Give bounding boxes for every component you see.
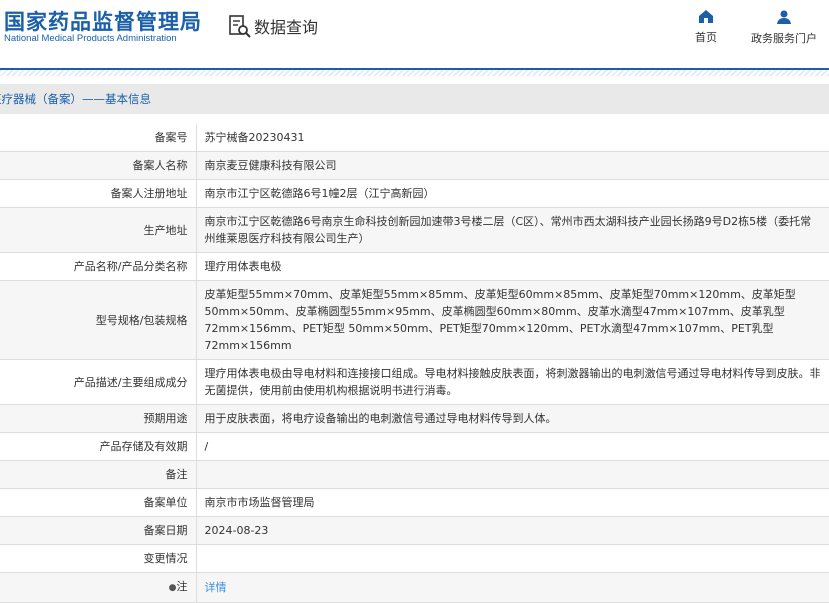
row-label: 产品名称/产品分类名称 [0, 252, 197, 281]
row-value-text: 南京市市场监督管理局 [204, 496, 315, 509]
row-value [196, 544, 829, 573]
row-label-text: 变更情况 [143, 552, 188, 565]
nav-portal-label: 政务服务门户 [751, 32, 817, 45]
row-label: ●注 [0, 572, 197, 603]
row-label: 备注 [0, 460, 197, 489]
site-header: 国家药品监督管理局 National Medical Products Admi… [0, 0, 829, 68]
row-value: 苏宁械备20230431 [196, 124, 829, 152]
row-value: 用于皮肤表面，将电疗设备输出的电刺激信号通过导电材料传导到人体。 [196, 404, 829, 433]
table-row: 备案号 苏宁械备20230431 [0, 124, 829, 152]
row-value-text: 2024-08-23 [204, 524, 269, 537]
row-label-text: 生产地址 [143, 223, 188, 237]
row-value: 皮革矩型55mm×70mm、皮革矩型55mm×85mm、皮革矩型60mm×85m… [196, 280, 829, 360]
table-row: 备案人名称 南京麦豆健康科技有限公司 [0, 151, 829, 180]
row-label: 型号规格/包装规格 [0, 280, 197, 360]
table-row: 备案日期 2024-08-23 [0, 516, 829, 545]
nav-home-label: 首页 [695, 31, 717, 44]
logo-subtitle: National Medical Products Administration [4, 33, 177, 44]
row-value-text: 皮革矩型55mm×70mm、皮革矩型55mm×85mm、皮革矩型60mm×85m… [204, 288, 796, 352]
row-label-text: 产品存储及有效期 [99, 440, 188, 453]
row-value-text: 南京市江宁区乾德路6号南京生命科技创新园加速带3号楼二层（C区）、常州市西太湖科… [204, 215, 812, 245]
pin-icon: ● [168, 583, 177, 593]
row-label-text: 备案人注册地址 [110, 187, 188, 200]
table-row: 预期用途 用于皮肤表面，将电疗设备输出的电刺激信号通过导电材料传导到人体。 [0, 404, 829, 433]
row-value: 南京麦豆健康科技有限公司 [196, 151, 829, 180]
data-query-title: 数据查询 [228, 14, 318, 38]
row-label-text: 型号规格/包装规格 [95, 313, 188, 327]
header-stripe [0, 70, 829, 76]
row-label-text: 产品描述/主要组成成分 [73, 375, 188, 389]
table-row: 备案人注册地址 南京市江宁区乾德路6号1幢2层（江宁高新园） [0, 179, 829, 208]
row-value-text: 南京市江宁区乾德路6号1幢2层（江宁高新园） [204, 187, 435, 200]
row-value: 南京市江宁区乾德路6号1幢2层（江宁高新园） [196, 179, 829, 208]
row-value: / [196, 432, 829, 461]
row-value-text: 理疗用体表电极由导电材料和连接接口组成。导电材料接触皮肤表面，将刺激器输出的电刺… [204, 367, 821, 397]
row-label: 预期用途 [0, 404, 197, 433]
table-row: 产品描述/主要组成成分 理疗用体表电极由导电材料和连接接口组成。导电材料接触皮肤表… [0, 359, 829, 405]
details-link[interactable]: 详情 [205, 581, 227, 594]
table-row: 产品存储及有效期 / [0, 432, 829, 461]
row-label: 变更情况 [0, 544, 197, 573]
row-label-text: 注 [176, 580, 188, 593]
row-value-text: 用于皮肤表面，将电疗设备输出的电刺激信号通过导电材料传导到人体。 [204, 412, 557, 425]
row-label: 生产地址 [0, 207, 197, 253]
row-label-text: 备案单位 [143, 496, 188, 509]
info-table: 备案号 苏宁械备20230431 备案人名称 南京麦豆健康科技有限公司 备案人注册地址南… [0, 124, 829, 603]
nav-service-portal[interactable]: 政务服务门户 [751, 10, 817, 46]
nav-home[interactable]: 首页 [695, 10, 717, 45]
query-label: 数据查询 [254, 18, 319, 37]
row-value: 2024-08-23 [196, 516, 829, 545]
table-row: 型号规格/包装规格 皮革矩型55mm×70mm、皮革矩型55mm×85mm、皮革矩… [0, 280, 829, 360]
row-label-text: 预期用途 [143, 412, 188, 425]
section-title: 医疗器械（备案）——基本信息 [0, 92, 151, 106]
row-label-text: 备案日期 [143, 524, 188, 537]
table-row: 生产地址 南京市江宁区乾德路6号南京生命科技创新园加速带3号楼二层（C区）、常州市… [0, 207, 829, 253]
row-label: 备案单位 [0, 488, 197, 517]
row-value-text: 南京麦豆健康科技有限公司 [204, 159, 337, 172]
logo-title[interactable]: 国家药品监督管理局 [4, 6, 202, 36]
row-value: 理疗用体表电极 [196, 252, 829, 281]
row-value-text: 理疗用体表电极 [204, 260, 282, 273]
home-icon [699, 10, 713, 23]
document-search-icon [229, 15, 251, 38]
row-label: 备案日期 [0, 516, 197, 545]
table-row: 产品名称/产品分类名称 理疗用体表电极 [0, 252, 829, 281]
table-row: 备案单位 南京市市场监督管理局 [0, 488, 829, 517]
row-value: 详情 [196, 572, 829, 603]
row-label-text: 产品名称/产品分类名称 [73, 260, 188, 273]
row-value [196, 460, 829, 489]
row-value-text: / [204, 440, 209, 453]
table-row: 变更情况 [0, 544, 829, 573]
row-value-text: 苏宁械备20230431 [204, 131, 305, 144]
row-label-text: 备案人名称 [132, 159, 188, 172]
row-label: 备案人名称 [0, 151, 197, 180]
row-label-text: 备注 [165, 468, 188, 481]
row-value: 南京市江宁区乾德路6号南京生命科技创新园加速带3号楼二层（C区）、常州市西太湖科… [196, 207, 829, 253]
row-label: 备案人注册地址 [0, 179, 197, 208]
section-title-band: 医疗器械（备案）——基本信息 [0, 84, 829, 114]
row-label: 备案号 [0, 124, 197, 152]
row-label-text: 备案号 [154, 131, 188, 144]
row-label: 产品描述/主要组成成分 [0, 359, 197, 405]
table-row: 备注 [0, 460, 829, 489]
table-row: ●注 详情 [0, 572, 829, 603]
row-value: 理疗用体表电极由导电材料和连接接口组成。导电材料接触皮肤表面，将刺激器输出的电刺… [196, 359, 829, 405]
row-value: 南京市市场监督管理局 [196, 488, 829, 517]
row-label: 产品存储及有效期 [0, 432, 197, 461]
user-icon [777, 10, 791, 24]
